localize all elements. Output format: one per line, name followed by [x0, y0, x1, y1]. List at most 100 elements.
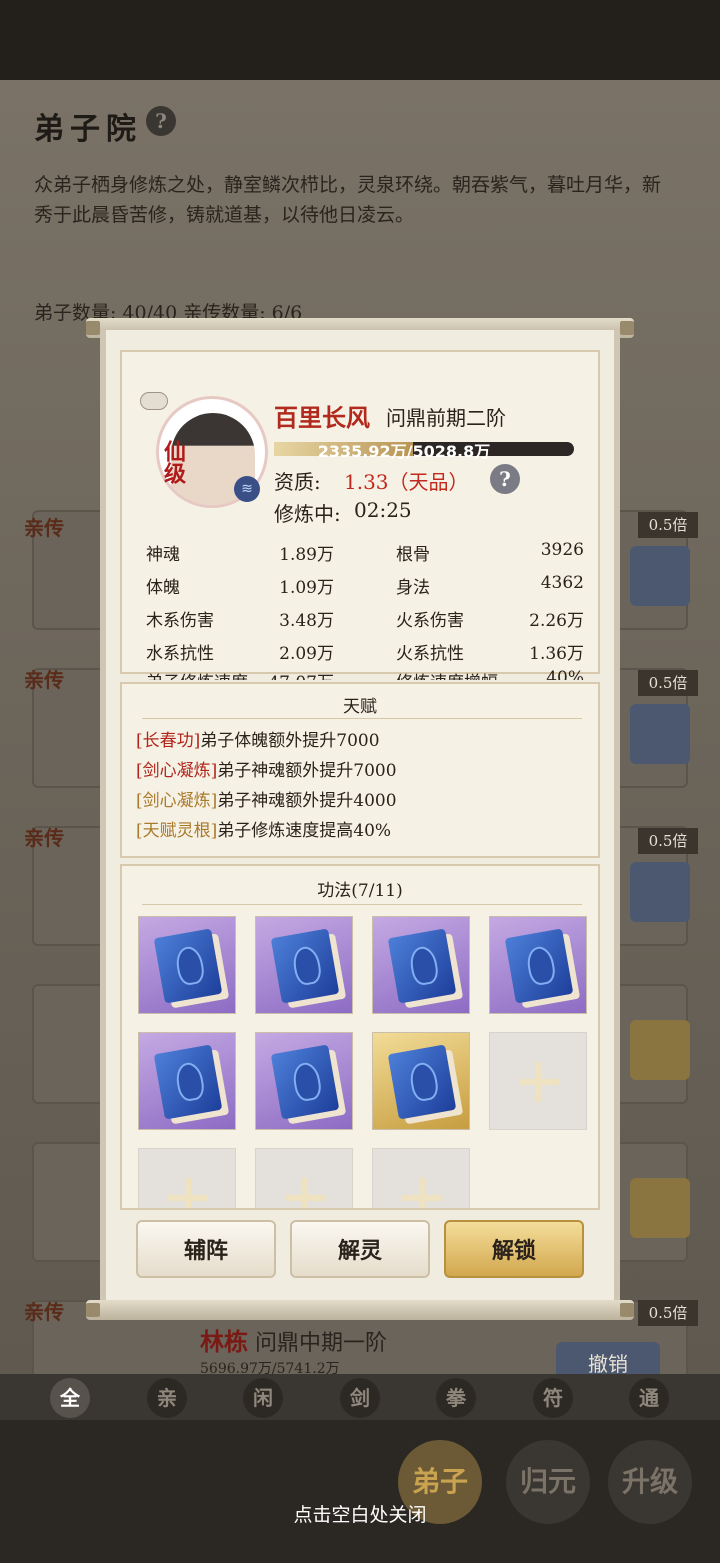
- talent-text: 弟子神魂额外提升7000: [217, 761, 397, 781]
- stat-name: 神魂: [146, 545, 180, 565]
- stats-list[interactable]: 神魂 1.89万 根骨 3926 体魄 1.09万 身法 4362 木系伤害 3.48万 …: [146, 540, 586, 680]
- filter-sword[interactable]: 剑: [340, 1378, 380, 1418]
- stat-name: 火系伤害: [396, 611, 464, 631]
- plus-icon: [168, 1178, 208, 1208]
- filter-general[interactable]: 通: [629, 1378, 669, 1418]
- stat-value: 3.48万: [279, 611, 334, 631]
- profile-panel: 仙级 ≋ 百里长风 问鼎前期二阶 2335.92万/5028.8万 资质: 1.…: [120, 350, 600, 680]
- stat-name: 修炼速度增幅: [396, 668, 498, 680]
- card-action-button[interactable]: [630, 862, 690, 922]
- divider: [142, 904, 582, 905]
- divider: [142, 718, 582, 719]
- filter-idle[interactable]: 闲: [243, 1378, 283, 1418]
- talent-text: 弟子修炼速度提高40%: [217, 821, 392, 841]
- stat-name: 火系抗性: [396, 644, 464, 664]
- page-description: 众弟子栖身修炼之处，静室鳞次栉比，灵泉环绕。朝吞紫气，暮吐月华，新秀于此晨昏苦修…: [34, 174, 662, 226]
- plus-icon: [402, 1178, 442, 1208]
- talent-tag: [剑心凝炼]: [136, 761, 218, 781]
- empty-skill-slot[interactable]: [138, 1148, 236, 1208]
- empty-skill-slot[interactable]: [255, 1148, 353, 1208]
- stat-name: 水系抗性: [146, 644, 214, 664]
- personal-disciple-tag: 亲传: [24, 668, 64, 692]
- plus-icon: [285, 1178, 325, 1208]
- disciple-name: 百里长风: [274, 403, 370, 432]
- last-disciple-realm: 问鼎中期一阶: [255, 1331, 388, 1356]
- formation-button[interactable]: 辅阵: [136, 1220, 276, 1278]
- skill-slot[interactable]: [372, 1032, 470, 1130]
- water-element-icon: ≋: [234, 476, 260, 502]
- skill-book-icon: [270, 928, 340, 1004]
- filter-talisman[interactable]: 符: [533, 1378, 573, 1418]
- skill-book-icon: [270, 1044, 340, 1120]
- filter-all[interactable]: 全: [50, 1378, 90, 1418]
- skill-book-icon: [153, 1044, 223, 1120]
- aptitude-label: 资质:: [274, 470, 321, 494]
- personal-disciple-tag: 亲传: [24, 516, 64, 540]
- stat-value: 1.89万: [279, 545, 334, 565]
- stat-value: 1.09万: [279, 578, 334, 598]
- talent-text: 弟子体魄额外提升7000: [200, 731, 380, 751]
- stat-row: 弟子修炼速度 47.07万: [146, 668, 346, 680]
- bonus-badge: 0.5倍: [638, 670, 698, 696]
- skill-book-icon: [153, 928, 223, 1004]
- stat-row: 火系伤害 2.26万: [396, 606, 586, 638]
- skill-slot[interactable]: [372, 916, 470, 1014]
- skill-book-icon: [504, 928, 574, 1004]
- disciple-realm: 问鼎前期二阶: [386, 406, 506, 430]
- unlock-button[interactable]: 解锁: [444, 1220, 584, 1278]
- bonus-badge: 0.5倍: [638, 1300, 698, 1326]
- skill-slot[interactable]: [138, 916, 236, 1014]
- filter-fist[interactable]: 拳: [436, 1378, 476, 1418]
- stat-name: 木系伤害: [146, 611, 214, 631]
- talent-item: [剑心凝炼]弟子神魂额外提升7000: [136, 756, 397, 781]
- stat-name: 体魄: [146, 578, 180, 598]
- card-action-button[interactable]: [630, 1178, 690, 1238]
- empty-skill-slot[interactable]: [372, 1148, 470, 1208]
- talents-title: 天赋: [343, 697, 377, 717]
- skill-slot[interactable]: [138, 1032, 236, 1130]
- lock-icon[interactable]: [140, 392, 168, 410]
- stat-name: 身法: [396, 578, 430, 598]
- talent-item: [天赋灵根]弟子修炼速度提高40%: [136, 816, 391, 841]
- empty-skill-slot[interactable]: [489, 1032, 587, 1130]
- last-disciple-name-text: 林栋: [200, 1327, 248, 1356]
- rank-badge: 仙级: [160, 440, 186, 484]
- stat-name: 弟子修炼速度: [146, 668, 248, 680]
- stat-value: 1.36万: [529, 644, 584, 664]
- bonus-badge: 0.5倍: [638, 828, 698, 854]
- page-title: 弟子院: [34, 112, 142, 147]
- stat-value: 3926: [540, 540, 584, 560]
- stat-value: 2.09万: [279, 644, 334, 664]
- talent-text: 弟子神魂额外提升4000: [217, 791, 397, 811]
- personal-disciple-tag: 亲传: [24, 1300, 64, 1324]
- aptitude-value: 1.33（天品）: [344, 470, 469, 494]
- stat-row: 体魄 1.09万: [146, 573, 346, 605]
- top-strip: [0, 0, 720, 80]
- plus-icon: [519, 1062, 559, 1102]
- aptitude-help-icon[interactable]: ?: [490, 464, 520, 494]
- close-hint[interactable]: 点击空白处关闭: [0, 1500, 720, 1527]
- skills-title: 功法(7/11): [317, 881, 403, 901]
- skills-panel: 功法(7/11): [120, 864, 600, 1210]
- scroll-rod-bottom: [86, 1300, 634, 1320]
- skill-slot[interactable]: [255, 916, 353, 1014]
- talent-tag: [剑心凝炼]: [136, 791, 218, 811]
- last-disciple-name: 林栋 问鼎中期一阶: [200, 1322, 387, 1357]
- stat-row: 木系伤害 3.48万: [146, 606, 346, 638]
- cultivation-progress-text: 2335.92万/5028.8万: [317, 442, 491, 461]
- talents-panel: 天赋 [长春功]弟子体魄额外提升7000 [剑心凝炼]弟子神魂额外提升7000 …: [120, 682, 600, 858]
- skill-slot[interactable]: [255, 1032, 353, 1130]
- stat-row: 神魂 1.89万: [146, 540, 346, 572]
- page-help-icon[interactable]: ?: [146, 106, 176, 136]
- cultivating-label: 修炼中:: [274, 502, 341, 526]
- stat-name: 根骨: [396, 545, 430, 565]
- card-action-button[interactable]: [630, 546, 690, 606]
- stat-row: 修炼速度增幅 40%: [396, 668, 586, 680]
- filter-personal[interactable]: 亲: [147, 1378, 187, 1418]
- skill-book-icon: [387, 1044, 457, 1120]
- card-action-button[interactable]: [630, 1020, 690, 1080]
- release-spirit-button[interactable]: 解灵: [290, 1220, 430, 1278]
- skill-book-icon: [387, 928, 457, 1004]
- skill-slot[interactable]: [489, 916, 587, 1014]
- card-action-button[interactable]: [630, 704, 690, 764]
